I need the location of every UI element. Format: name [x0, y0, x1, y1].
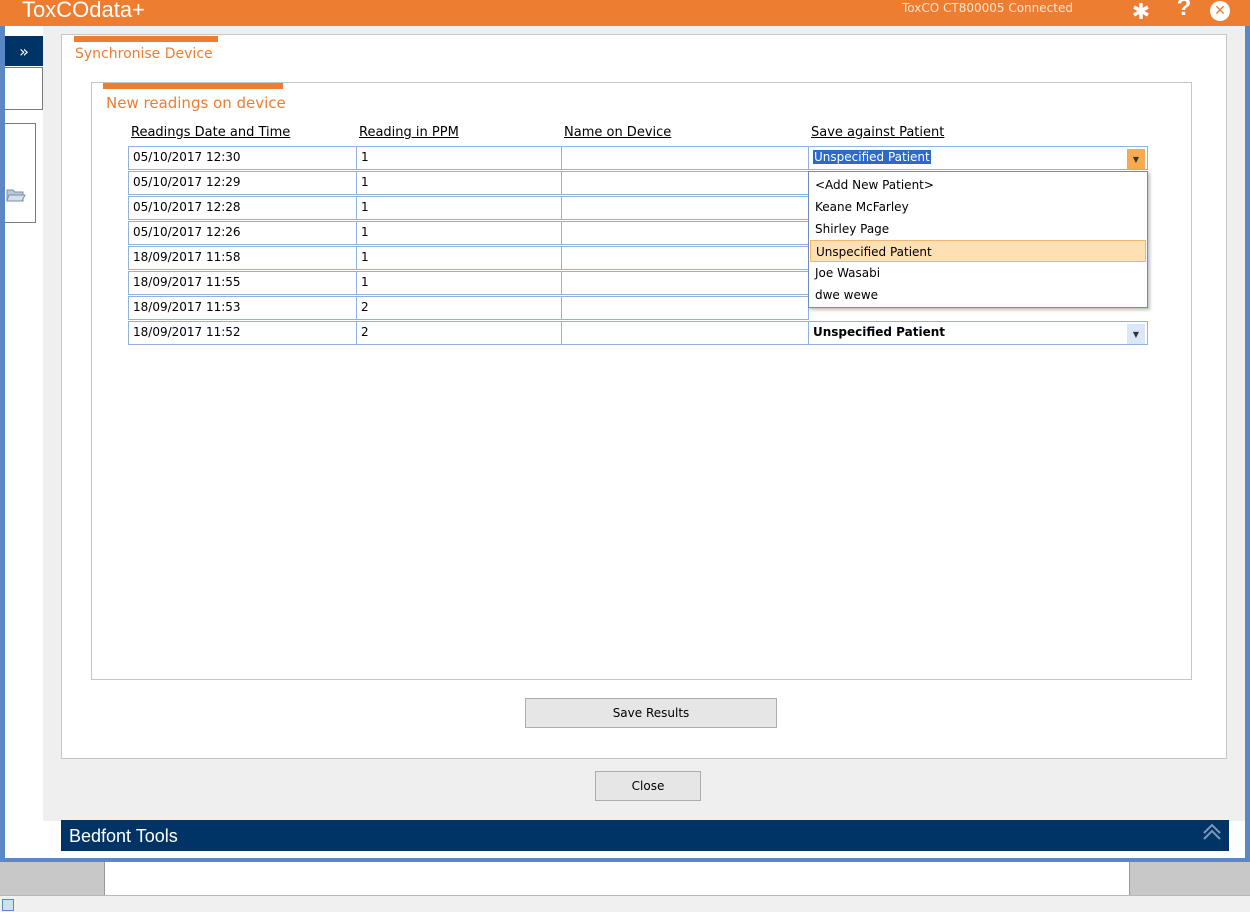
- patient-combo-active[interactable]: Unspecified Patient ▼: [808, 146, 1148, 170]
- column-header-name[interactable]: Name on Device: [564, 125, 671, 140]
- close-icon[interactable]: ✕: [1210, 1, 1230, 21]
- cell-ppm: 2: [356, 296, 562, 320]
- cell-name: [561, 271, 809, 295]
- dropdown-option[interactable]: Shirley Page: [810, 218, 1146, 240]
- dropdown-option[interactable]: Joe Wasabi: [810, 262, 1146, 284]
- cell-ppm: 1: [356, 146, 562, 170]
- cell-name: [561, 321, 809, 345]
- cell-datetime: 18/09/2017 11:52: [128, 321, 357, 345]
- sidebar-panel: [5, 67, 43, 110]
- cell-name: [561, 196, 809, 220]
- sidebar-panel-secondary: [5, 123, 36, 223]
- cell-ppm: 1: [356, 221, 562, 245]
- cell-datetime: 18/09/2017 11:53: [128, 296, 357, 320]
- cell-datetime: 05/10/2017 12:26: [128, 221, 357, 245]
- cell-name: [561, 146, 809, 170]
- cell-datetime: 18/09/2017 11:55: [128, 271, 357, 295]
- column-header-datetime[interactable]: Readings Date and Time: [131, 125, 290, 140]
- save-results-button[interactable]: Save Results: [525, 698, 777, 728]
- dropdown-arrow-icon[interactable]: ▼: [1127, 149, 1145, 169]
- dropdown-option[interactable]: <Add New Patient>: [810, 174, 1146, 196]
- tab-accent: [74, 36, 218, 42]
- cell-ppm: 2: [356, 321, 562, 345]
- panel-title: Synchronise Device: [75, 46, 213, 62]
- folder-open-icon[interactable]: [6, 186, 28, 204]
- cell-name: [561, 296, 809, 320]
- cell-datetime: 05/10/2017 12:30: [128, 146, 357, 170]
- section-title: New readings on device: [106, 94, 286, 112]
- cell-datetime: 05/10/2017 12:29: [128, 171, 357, 195]
- cell-ppm: 1: [356, 171, 562, 195]
- bedfont-tools-bar[interactable]: [61, 820, 1229, 851]
- cell-ppm: 1: [356, 246, 562, 270]
- background-document: [104, 862, 1130, 895]
- column-header-patient[interactable]: Save against Patient: [811, 125, 944, 140]
- column-header-ppm[interactable]: Reading in PPM: [359, 125, 459, 140]
- expand-sidebar-button[interactable]: »: [5, 36, 43, 66]
- connection-status: ToxCO CT800005 Connected: [902, 1, 1073, 15]
- cell-ppm: 1: [356, 196, 562, 220]
- combo-value: Unspecified Patient: [813, 150, 931, 164]
- cell-datetime: 05/10/2017 12:28: [128, 196, 357, 220]
- double-chevron-right-icon: »: [19, 41, 29, 61]
- app-title: ToxCOdata+: [22, 0, 145, 22]
- dropdown-option[interactable]: Keane McFarley: [810, 196, 1146, 218]
- cell-name: [561, 221, 809, 245]
- help-icon[interactable]: ?: [1172, 0, 1196, 21]
- window-icon: [2, 899, 14, 911]
- patient-combo[interactable]: Unspecified Patient ▼: [808, 321, 1148, 345]
- cell-ppm: 1: [356, 271, 562, 295]
- dropdown-option[interactable]: dwe wewe: [810, 284, 1146, 306]
- patient-dropdown-list: <Add New Patient> Keane McFarley Shirley…: [808, 171, 1148, 308]
- section-accent: [103, 83, 283, 89]
- window-frame-right: [1245, 26, 1250, 862]
- combo-value: Unspecified Patient: [813, 325, 946, 339]
- cell-name: [561, 171, 809, 195]
- dropdown-arrow-icon[interactable]: ▼: [1127, 324, 1145, 344]
- double-chevron-up-icon[interactable]: [1201, 822, 1223, 847]
- dropdown-option-selected[interactable]: Unspecified Patient: [810, 240, 1146, 262]
- cell-datetime: 18/09/2017 11:58: [128, 246, 357, 270]
- cell-name: [561, 246, 809, 270]
- status-bar: [0, 895, 1250, 912]
- bedfont-tools-label: Bedfont Tools: [69, 826, 178, 846]
- close-button[interactable]: Close: [595, 771, 701, 801]
- gear-icon[interactable]: ✱: [1129, 0, 1153, 25]
